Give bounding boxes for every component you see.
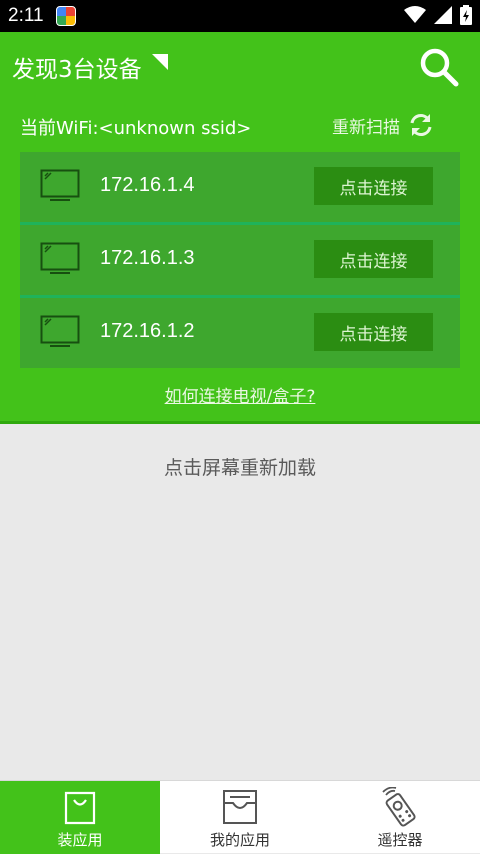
reload-message[interactable]: 点击屏幕重新加载 [0,453,480,480]
tab-label: 装应用 [57,831,103,849]
device-row[interactable]: 172.16.1.2 点击连接 [20,298,460,368]
page-title: 发现3台设备 [12,57,142,83]
tv-icon [40,242,80,274]
how-to-connect-link[interactable]: 如何连接电视/盒子? [0,382,480,407]
shopping-bag-icon [64,791,96,825]
tv-icon [40,315,80,347]
cell-signal-icon [434,6,452,24]
corner-triangle-icon[interactable] [152,54,168,70]
connect-button[interactable]: 点击连接 [314,167,433,205]
remote-control-icon [382,787,416,827]
battery-icon [460,5,472,25]
connect-button[interactable]: 点击连接 [314,313,433,351]
rescan-button[interactable]: 重新扫描 [332,112,434,138]
refresh-icon [410,114,432,136]
header-bottom-line [0,421,480,424]
status-bar: 2:11 [0,0,480,32]
wifi-signal-icon [404,6,426,23]
device-ip: 172.16.1.4 [100,174,195,196]
tab-remote-control[interactable]: 遥控器 [320,781,480,854]
device-row[interactable]: 172.16.1.4 点击连接 [20,152,460,222]
tab-label: 遥控器 [377,831,423,849]
device-discovery-header: 发现3台设备 当前WiFi:<unknown ssid> 重新扫描 172.16… [0,32,480,424]
app-notification-icon [55,6,76,26]
tab-label: 我的应用 [209,831,270,849]
tab-my-apps[interactable]: 我的应用 [160,781,320,854]
status-time: 2:11 [8,5,44,26]
tab-install-apps[interactable]: 装应用 [0,781,160,854]
device-list: 172.16.1.4 点击连接 172.16.1.3 点击连接 172.16.1… [20,152,460,368]
inbox-tray-icon [223,790,257,824]
tv-icon [40,169,80,201]
current-wifi-label: 当前WiFi:<unknown ssid> [20,118,252,139]
rescan-label: 重新扫描 [332,117,400,138]
device-ip: 172.16.1.3 [100,247,195,269]
device-row[interactable]: 172.16.1.3 点击连接 [20,225,460,295]
bottom-navigation: 装应用 我的应用 遥控器 [0,780,480,854]
connect-button[interactable]: 点击连接 [314,240,433,278]
search-icon[interactable] [418,46,460,88]
device-ip: 172.16.1.2 [100,320,195,342]
